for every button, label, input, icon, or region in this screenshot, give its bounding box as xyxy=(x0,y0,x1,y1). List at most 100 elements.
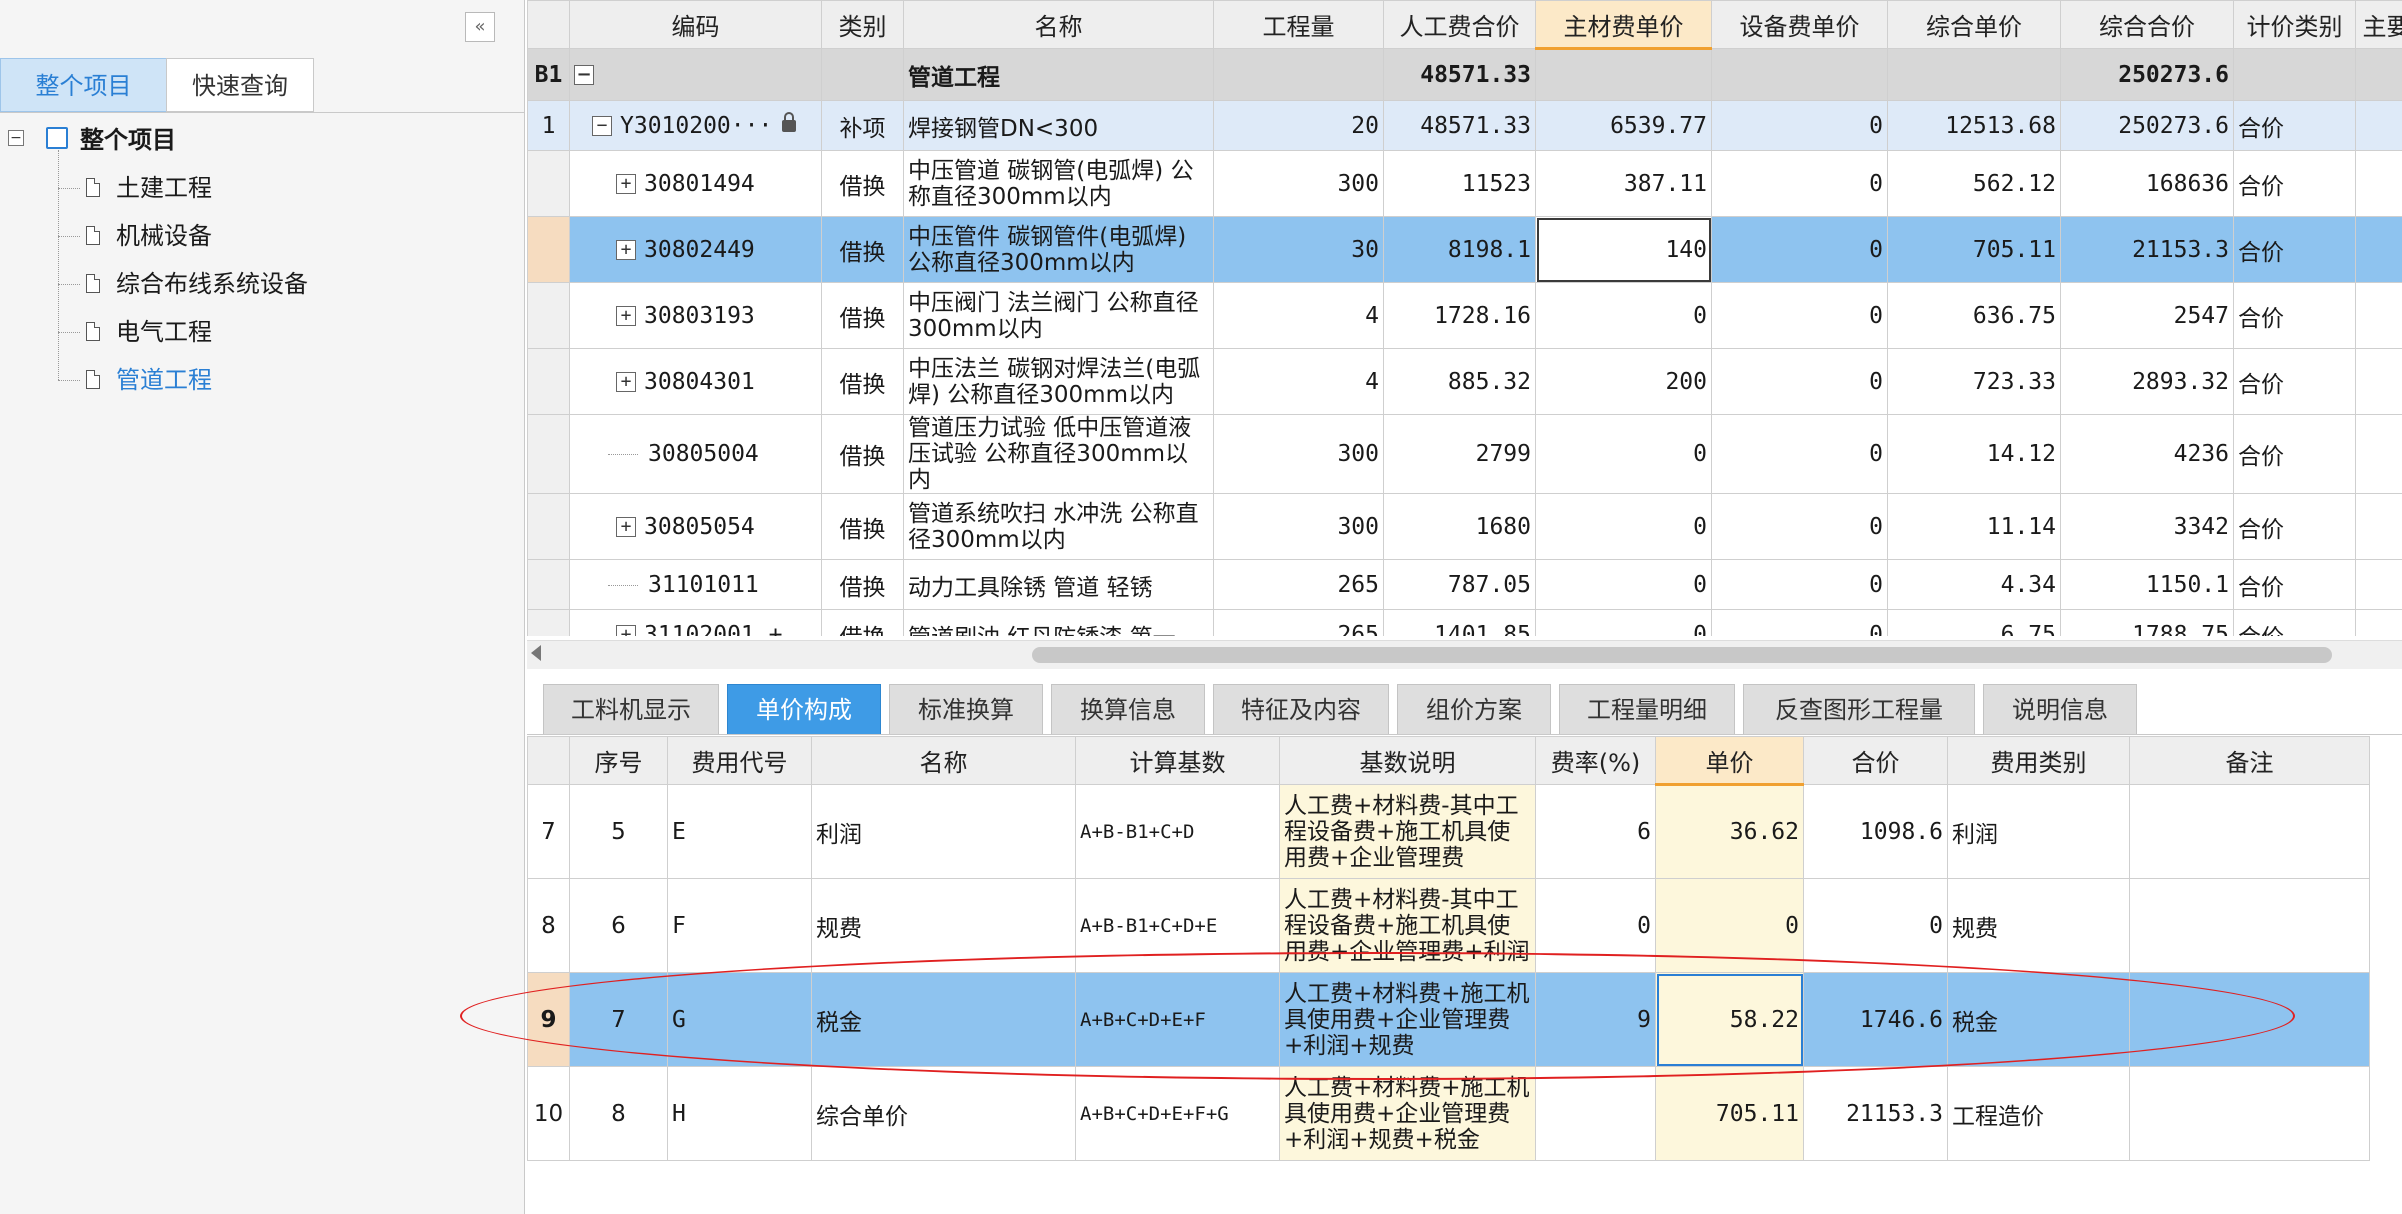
tab-whole-project[interactable]: 整个项目 xyxy=(0,58,167,112)
total-cell[interactable]: 2547 xyxy=(2060,282,2234,349)
col-header-name[interactable]: 名称 xyxy=(903,0,1214,49)
name-cell[interactable]: 税金 xyxy=(811,972,1076,1067)
equipment-cell[interactable]: 0 xyxy=(1711,348,1888,415)
type-cell[interactable]: 借换 xyxy=(821,414,904,494)
unit-price-cell[interactable]: 36.62 xyxy=(1655,784,1804,879)
table-row[interactable]: 31101011 借换 动力工具除锈 管道 轻锈 265 787.05 0 0 … xyxy=(527,559,2402,610)
equipment-cell[interactable]: 0 xyxy=(1711,493,1888,560)
tab-standard-conversion[interactable]: 标准换算 xyxy=(889,684,1043,734)
main-material-cell[interactable]: 0 xyxy=(1535,493,1712,560)
main-material-cell[interactable]: 0 xyxy=(1535,559,1712,610)
qty-cell[interactable]: 4 xyxy=(1213,348,1384,415)
table-row[interactable]: 8 6 F 规费 A+B-B1+C+D+E 人工费+材料费-其中工程设备费+施工… xyxy=(527,878,2370,973)
rate-cell[interactable] xyxy=(1535,1066,1656,1161)
tab-features-content[interactable]: 特征及内容 xyxy=(1213,684,1389,734)
base-cell[interactable]: A+B+C+D+E+F xyxy=(1075,972,1280,1067)
tab-description[interactable]: 说明信息 xyxy=(1983,684,2137,734)
pricing-cell[interactable]: 合价 xyxy=(2233,414,2356,494)
unit-price-cell[interactable] xyxy=(1887,48,2061,101)
name-cell[interactable]: 动力工具除锈 管道 轻锈 xyxy=(903,559,1214,610)
base-desc-cell[interactable]: 人工费+材料费+施工机具使用费+企业管理费+利润+规费 xyxy=(1279,972,1536,1067)
table-row[interactable]: +30804301 借换 中压法兰 碳钢对焊法兰(电弧焊) 公称直径300mm以… xyxy=(527,348,2402,415)
main-cell[interactable] xyxy=(2355,559,2402,610)
pricing-cell[interactable]: 合价 xyxy=(2233,348,2356,415)
scroll-left-icon[interactable] xyxy=(531,645,541,661)
col-header-type[interactable]: 类别 xyxy=(821,0,904,49)
unit-price-cell[interactable]: 0 xyxy=(1655,878,1804,973)
base-cell[interactable]: A+B+C+D+E+F+G xyxy=(1075,1066,1280,1161)
name-cell[interactable]: 中压管道 碳钢管(电弧焊) 公称直径300mm以内 xyxy=(903,150,1214,217)
labor-cell[interactable]: 885.32 xyxy=(1383,348,1536,415)
total-cell[interactable]: 1746.6 xyxy=(1803,972,1948,1067)
unit-price-cell[interactable]: 705.11 xyxy=(1655,1066,1804,1161)
fee-code-cell[interactable]: H xyxy=(667,1066,812,1161)
qty-cell[interactable]: 20 xyxy=(1213,100,1384,151)
name-cell[interactable]: 中压法兰 碳钢对焊法兰(电弧焊) 公称直径300mm以内 xyxy=(903,348,1214,415)
col-header-equipment[interactable]: 设备费单价 xyxy=(1711,0,1888,49)
collapse-panel-button[interactable]: « xyxy=(465,12,495,42)
pricing-cell[interactable]: 合价 xyxy=(2233,216,2356,283)
col-header-pricing-type[interactable]: 计价类别 xyxy=(2233,0,2356,49)
tab-pricing-scheme[interactable]: 组价方案 xyxy=(1397,684,1551,734)
expand-icon[interactable]: + xyxy=(616,240,636,260)
equipment-cell[interactable]: 0 xyxy=(1711,100,1888,151)
expand-icon[interactable]: + xyxy=(616,372,636,392)
tree-item-piping[interactable]: 管道工程 xyxy=(116,360,212,400)
type-cell[interactable]: 借换 xyxy=(821,282,904,349)
code-cell[interactable]: +30801494 xyxy=(569,150,822,217)
code-cell[interactable]: +30804301 xyxy=(569,348,822,415)
type-cell[interactable]: 补项 xyxy=(821,100,904,151)
expand-icon[interactable]: + xyxy=(616,517,636,537)
unit-price-edit-cell[interactable]: 58.22 xyxy=(1655,972,1804,1067)
col-header-total[interactable]: 合价 xyxy=(1803,736,1948,785)
labor-cell[interactable]: 48571.33 xyxy=(1383,100,1536,151)
labor-cell[interactable]: 1728.16 xyxy=(1383,282,1536,349)
total-cell[interactable]: 3342 xyxy=(2060,493,2234,560)
code-cell[interactable]: +30803193 xyxy=(569,282,822,349)
table-row[interactable]: 10 8 H 综合单价 A+B+C+D+E+F+G 人工费+材料费+施工机具使用… xyxy=(527,1066,2370,1161)
main-material-cell[interactable] xyxy=(1535,48,1712,101)
name-cell[interactable]: 利润 xyxy=(811,784,1076,879)
pricing-cell[interactable]: 合价 xyxy=(2233,559,2356,610)
labor-cell[interactable]: 48571.33 xyxy=(1383,48,1536,101)
remark-cell[interactable] xyxy=(2129,972,2370,1067)
table-row[interactable]: +30803193 借换 中压阀门 法兰阀门 公称直径300mm以内 4 172… xyxy=(527,282,2402,349)
fee-category-cell[interactable]: 利润 xyxy=(1947,784,2130,879)
name-cell[interactable]: 中压管件 碳钢管件(电弧焊) 公称直径300mm以内 xyxy=(903,216,1214,283)
qty-cell[interactable]: 265 xyxy=(1213,559,1384,610)
col-header-fee-category[interactable]: 费用类别 xyxy=(1947,736,2130,785)
unit-price-cell[interactable]: 4.34 xyxy=(1887,559,2061,610)
name-cell[interactable]: 管道压力试验 低中压管道液压试验 公称直径300mm以内 xyxy=(903,414,1214,494)
labor-cell[interactable]: 8198.1 xyxy=(1383,216,1536,283)
qty-cell[interactable]: 30 xyxy=(1213,216,1384,283)
type-cell[interactable]: 借换 xyxy=(821,216,904,283)
qty-cell[interactable]: 300 xyxy=(1213,150,1384,217)
equipment-cell[interactable]: 0 xyxy=(1711,559,1888,610)
remark-cell[interactable] xyxy=(2129,1066,2370,1161)
collapse-icon[interactable]: − xyxy=(8,130,24,146)
main-cell[interactable] xyxy=(2355,100,2402,151)
collapse-icon[interactable]: − xyxy=(574,65,594,85)
qty-cell[interactable]: 300 xyxy=(1213,414,1384,494)
code-cell[interactable]: +30805054 xyxy=(569,493,822,560)
unit-price-cell[interactable]: 705.11 xyxy=(1887,216,2061,283)
unit-price-cell[interactable]: 636.75 xyxy=(1887,282,2061,349)
unit-price-cell[interactable]: 12513.68 xyxy=(1887,100,2061,151)
seq-cell[interactable]: 8 xyxy=(569,1066,668,1161)
remark-cell[interactable] xyxy=(2129,784,2370,879)
table-row[interactable]: +30805054 借换 管道系统吹扫 水冲洗 公称直径300mm以内 300 … xyxy=(527,493,2402,560)
fee-category-cell[interactable]: 税金 xyxy=(1947,972,2130,1067)
tree-item-civil[interactable]: 土建工程 xyxy=(116,168,212,208)
rate-cell[interactable]: 9 xyxy=(1535,972,1656,1067)
table-row[interactable]: 30805004 借换 管道压力试验 低中压管道液压试验 公称直径300mm以内… xyxy=(527,414,2402,494)
col-header-total[interactable]: 综合合价 xyxy=(2060,0,2234,49)
pricing-cell[interactable]: 合价 xyxy=(2233,150,2356,217)
unit-price-cell[interactable]: 14.12 xyxy=(1887,414,2061,494)
pricing-cell[interactable]: 合价 xyxy=(2233,100,2356,151)
col-header-name[interactable]: 名称 xyxy=(811,736,1076,785)
qty-cell[interactable] xyxy=(1213,48,1384,101)
tab-unit-price-composition[interactable]: 单价构成 xyxy=(727,684,881,734)
equipment-cell[interactable]: 0 xyxy=(1711,414,1888,494)
tab-quick-query[interactable]: 快速查询 xyxy=(166,58,314,112)
name-cell[interactable]: 管道工程 xyxy=(903,48,1214,101)
